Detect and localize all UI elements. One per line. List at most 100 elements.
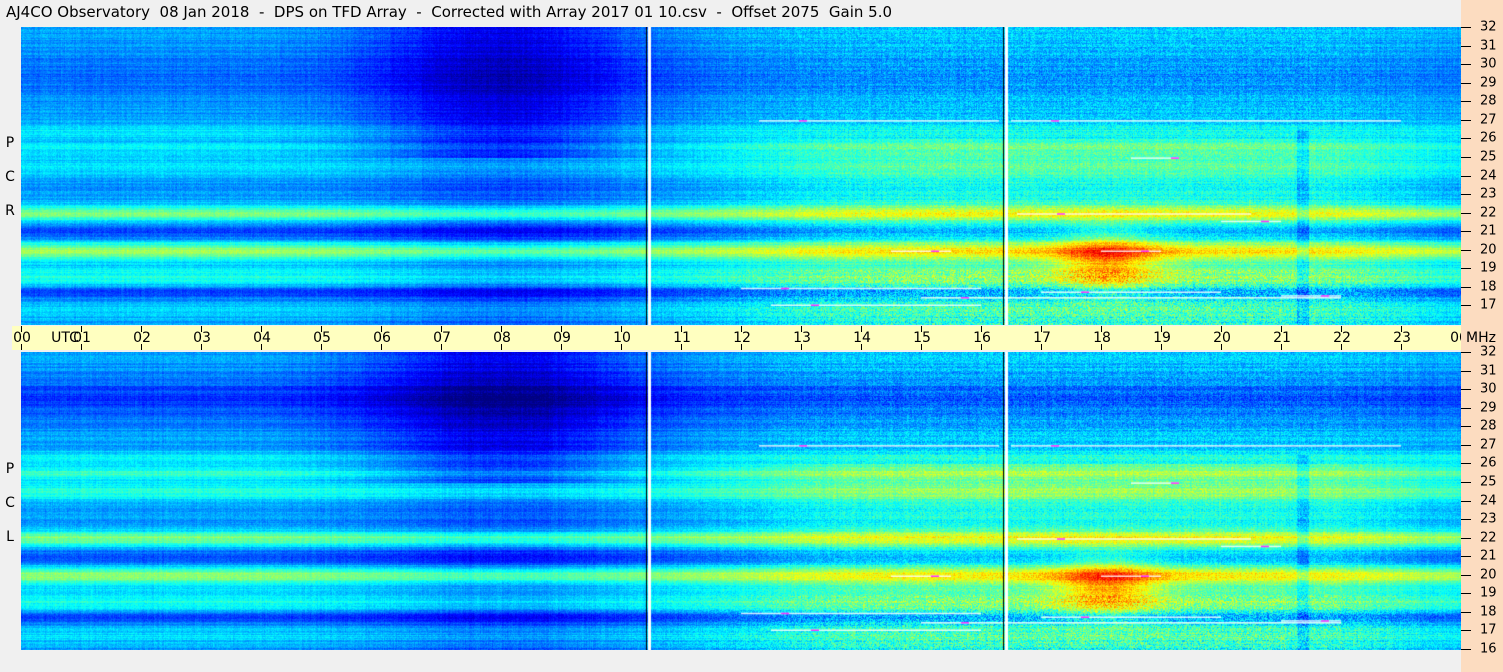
y-tick-label: 22 bbox=[1480, 530, 1497, 546]
y-tick bbox=[1461, 630, 1471, 631]
x-tick-label: 23 bbox=[1393, 330, 1411, 346]
x-tick-label: 12 bbox=[733, 330, 751, 346]
y-tick-label: 17 bbox=[1480, 297, 1497, 313]
x-tick-label: 02 bbox=[133, 330, 151, 346]
y-tick-label: 20 bbox=[1480, 567, 1497, 583]
lcp-letter: P bbox=[5, 461, 15, 477]
y-tick-label: 25 bbox=[1480, 149, 1497, 165]
y-tick bbox=[1461, 157, 1471, 158]
x-tick-label: 10 bbox=[613, 330, 631, 346]
y-tick-label: 23 bbox=[1480, 186, 1497, 202]
y-tick-label: 29 bbox=[1480, 75, 1497, 91]
y-tick-label: 24 bbox=[1480, 168, 1497, 184]
y-tick bbox=[1461, 64, 1471, 65]
y-tick bbox=[1461, 268, 1471, 269]
y-tick bbox=[1461, 463, 1471, 464]
x-tick-label: 17 bbox=[1033, 330, 1051, 346]
y-tick-label: 26 bbox=[1480, 130, 1497, 146]
y-tick-label: 18 bbox=[1480, 604, 1497, 620]
x-tick-label: 00 bbox=[13, 330, 31, 346]
x-tick-label: 22 bbox=[1333, 330, 1351, 346]
y-tick-label: 31 bbox=[1480, 363, 1497, 379]
rcp-spectrogram bbox=[21, 27, 1461, 325]
y-tick-label: 27 bbox=[1480, 112, 1497, 128]
y-tick bbox=[1461, 649, 1471, 650]
x-tick-label: 04 bbox=[253, 330, 271, 346]
y-tick bbox=[1461, 287, 1471, 288]
y-tick bbox=[1461, 408, 1471, 409]
y-tick bbox=[1461, 519, 1471, 520]
y-tick bbox=[1461, 352, 1471, 353]
y-tick-label: 32 bbox=[1480, 344, 1497, 360]
x-tick-label: 13 bbox=[793, 330, 811, 346]
lcp-letter: C bbox=[5, 495, 15, 511]
x-tick-label: 20 bbox=[1213, 330, 1231, 346]
y-tick bbox=[1461, 176, 1471, 177]
rcp-letter: P bbox=[5, 135, 15, 151]
x-tick-label: 15 bbox=[913, 330, 931, 346]
rcp-letter: R bbox=[5, 203, 15, 219]
y-tick-label: 22 bbox=[1480, 205, 1497, 221]
y-tick bbox=[1461, 305, 1471, 306]
x-tick-label: 14 bbox=[853, 330, 871, 346]
y-tick bbox=[1461, 593, 1471, 594]
y-tick-label: 32 bbox=[1480, 19, 1497, 35]
y-tick bbox=[1461, 426, 1471, 427]
y-tick bbox=[1461, 612, 1471, 613]
x-tick-label: 19 bbox=[1153, 330, 1171, 346]
y-tick bbox=[1461, 575, 1471, 576]
y-tick-label: 17 bbox=[1480, 622, 1497, 638]
y-tick bbox=[1461, 556, 1471, 557]
y-tick bbox=[1461, 250, 1471, 251]
lcp-letter: L bbox=[6, 529, 14, 545]
y-tick-label: 28 bbox=[1480, 418, 1497, 434]
y-tick-label: 19 bbox=[1480, 585, 1497, 601]
y-tick-label: 28 bbox=[1480, 93, 1497, 109]
y-tick bbox=[1461, 27, 1471, 28]
x-tick-label: 21 bbox=[1273, 330, 1291, 346]
y-tick bbox=[1461, 501, 1471, 502]
y-tick-label: 31 bbox=[1480, 38, 1497, 54]
x-tick-label: 05 bbox=[313, 330, 331, 346]
y-tick bbox=[1461, 46, 1471, 47]
chart-title: AJ4CO Observatory 08 Jan 2018 - DPS on T… bbox=[6, 3, 893, 21]
x-tick-label: 16 bbox=[973, 330, 991, 346]
y-tick bbox=[1461, 213, 1471, 214]
lcp-spectrogram bbox=[21, 352, 1461, 650]
x-tick-label: 11 bbox=[673, 330, 691, 346]
y-tick-label: 19 bbox=[1480, 260, 1497, 276]
y-tick bbox=[1461, 389, 1471, 390]
y-tick-label: 25 bbox=[1480, 474, 1497, 490]
mhz-label: MHz bbox=[1466, 330, 1496, 346]
y-tick bbox=[1461, 371, 1471, 372]
rcp-heatmap bbox=[21, 27, 1461, 325]
lcp-heatmap bbox=[21, 352, 1461, 650]
lcp-label: P C L bbox=[3, 452, 17, 554]
x-tick-label: 18 bbox=[1093, 330, 1111, 346]
x-tick-label: 09 bbox=[553, 330, 571, 346]
x-tick-label: 01 bbox=[73, 330, 91, 346]
y-tick bbox=[1461, 231, 1471, 232]
y-tick-label: 16 bbox=[1480, 641, 1497, 657]
x-tick-label: 07 bbox=[433, 330, 451, 346]
y-tick-label: 23 bbox=[1480, 511, 1497, 527]
y-tick-label: 21 bbox=[1480, 223, 1497, 239]
y-tick bbox=[1461, 445, 1471, 446]
y-tick-label: 30 bbox=[1480, 56, 1497, 72]
y-tick-label: 20 bbox=[1480, 242, 1497, 258]
y-tick bbox=[1461, 120, 1471, 121]
y-tick bbox=[1461, 138, 1471, 139]
y-tick bbox=[1461, 83, 1471, 84]
time-axis: UTC 00 01 02 03 04 05 06 07 08 09 10 11 12 13 14 15 16 17… bbox=[12, 326, 1468, 350]
x-tick-label: 06 bbox=[373, 330, 391, 346]
y-tick-label: 29 bbox=[1480, 400, 1497, 416]
y-tick bbox=[1461, 194, 1471, 195]
y-tick-label: 21 bbox=[1480, 548, 1497, 564]
y-tick-label: 18 bbox=[1480, 279, 1497, 295]
y-tick bbox=[1461, 482, 1471, 483]
y-tick bbox=[1461, 101, 1471, 102]
y-tick-label: 24 bbox=[1480, 493, 1497, 509]
x-tick-label: 03 bbox=[193, 330, 211, 346]
y-tick-label: 26 bbox=[1480, 455, 1497, 471]
rcp-letter: C bbox=[5, 169, 15, 185]
